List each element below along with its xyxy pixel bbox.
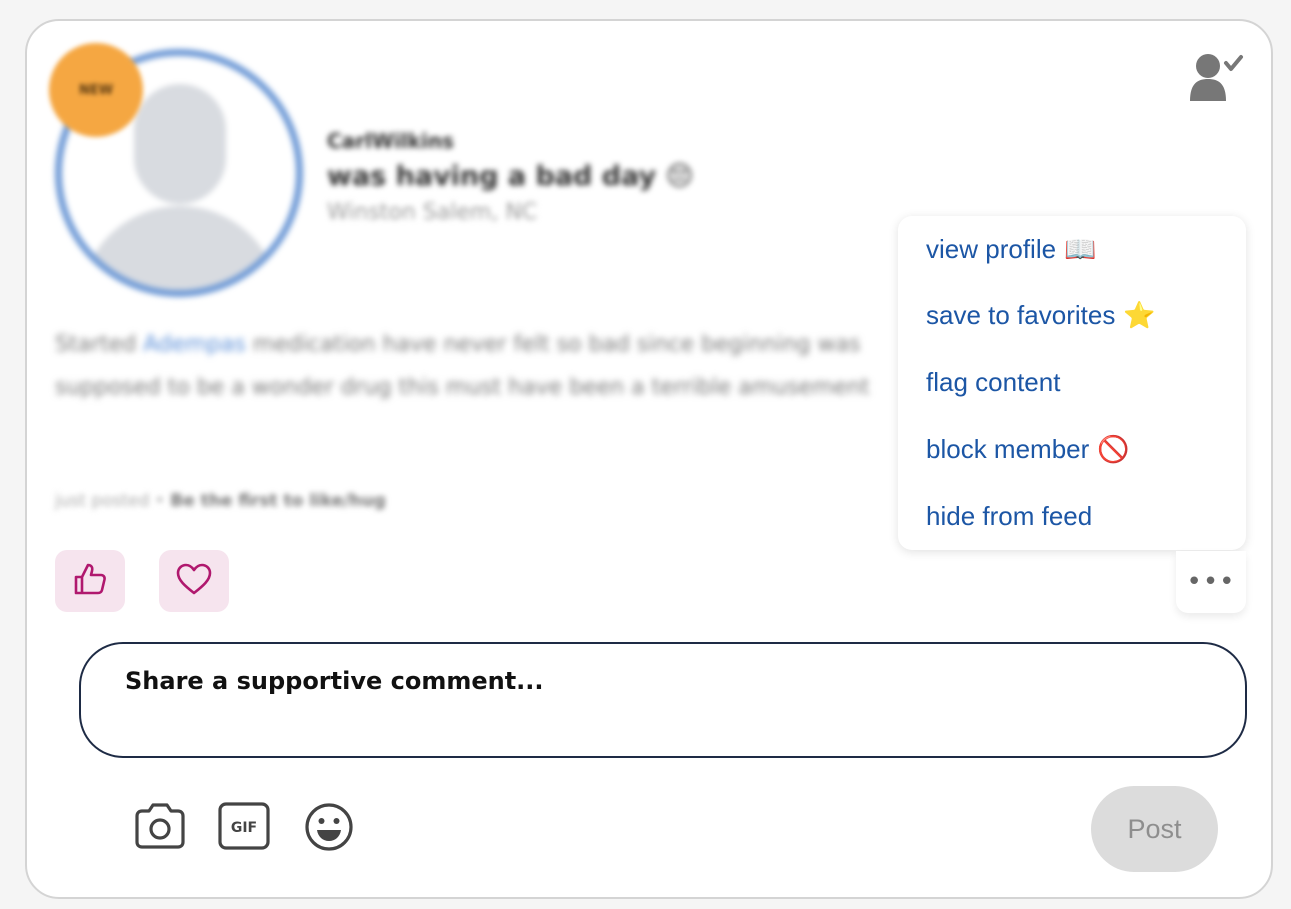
book-icon: 📖 [1064,234,1097,264]
drug-link[interactable]: Adempas [143,332,246,357]
user-block: CarlWilkins was having a bad day 😔 Winst… [327,129,694,225]
post-button[interactable]: Post [1091,786,1218,872]
star-icon: ⭐ [1123,300,1156,330]
prohibited-icon: 🚫 [1097,434,1130,464]
status-text: was having a bad day 😔 [327,161,694,192]
emoji-icon[interactable] [304,802,354,856]
user-verified-icon[interactable] [1188,53,1248,103]
menu-flag-content[interactable]: flag content [926,367,1060,398]
menu-item-label: hide from feed [926,501,1093,531]
like-hug-cta: Be the first to like/hug [170,491,386,511]
post-meta: just posted • Be the first to like/hug [55,491,386,511]
like-button[interactable] [55,550,125,612]
menu-save-favorites[interactable]: save to favorites ⭐ [926,300,1156,331]
meta-separator: • [149,491,171,511]
svg-text:GIF: GIF [231,820,257,836]
ellipsis-icon: ••• [1186,567,1236,597]
username[interactable]: CarlWilkins [327,129,694,153]
menu-item-label: block member [926,434,1090,464]
avatar-head-silhouette [134,84,226,204]
comment-box[interactable] [79,642,1247,758]
post-body: Started Adempas medication have never fe… [55,323,935,409]
location: Winston Salem, NC [327,200,538,225]
hug-button[interactable] [159,550,229,612]
gif-icon[interactable]: GIF [218,802,270,854]
menu-item-label: view profile [926,234,1057,264]
post-card: NEW CarlWilkins was having a bad day 😔 W… [25,19,1273,899]
more-options-button[interactable]: ••• [1176,551,1246,613]
camera-icon[interactable] [133,802,187,854]
post-time: just posted [55,491,150,511]
comment-input[interactable] [123,666,1187,696]
thumbs-up-icon [72,561,108,601]
heart-icon [175,562,213,600]
menu-view-profile[interactable]: view profile 📖 [926,234,1096,265]
menu-hide-from-feed[interactable]: hide from feed [926,501,1092,532]
menu-item-label: save to favorites [926,300,1116,330]
menu-block-member[interactable]: block member 🚫 [926,434,1130,465]
post-body-prefix: Started [55,332,144,357]
avatar-body-silhouette [80,206,280,290]
menu-item-label: flag content [926,367,1061,397]
post-options-menu: view profile 📖 save to favorites ⭐ flag … [898,216,1246,550]
new-member-badge: NEW [49,43,143,137]
